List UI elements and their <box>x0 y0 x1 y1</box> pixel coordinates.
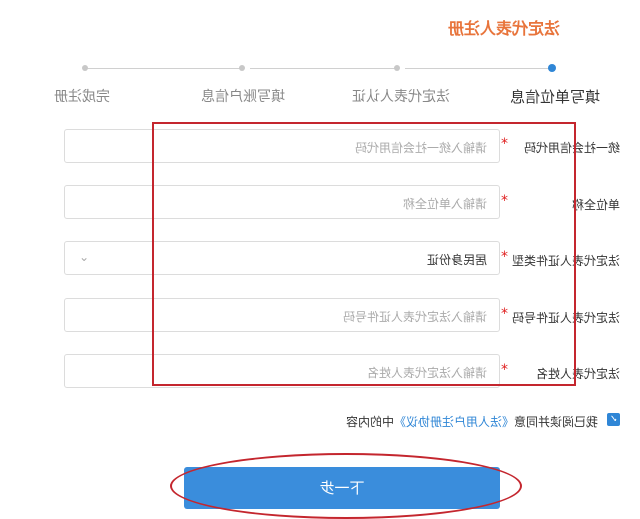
button-highlight-ellipse <box>170 453 522 519</box>
agreement-suffix: 中的内容 <box>345 415 394 429</box>
agreement-prefix: 我已阅读并同意 <box>513 415 598 429</box>
step-legal-rep-auth: 法定代表人认证 <box>352 89 450 105</box>
agreement-text: 我已阅读并同意《法人用户注册协议》中的内容 <box>346 413 598 430</box>
form-highlight-box <box>152 122 576 386</box>
registration-page: 法定代表人注册 填写单位信息 法定代表人认证 填写账户信息 完成注册 统一社会信… <box>0 0 640 519</box>
step-connector <box>405 68 550 69</box>
agreement-checkbox[interactable]: ✓ <box>607 413 620 426</box>
step-connector <box>85 68 240 69</box>
step-connector <box>250 68 395 69</box>
step-complete-registration: 完成注册 <box>54 89 110 105</box>
step-fill-unit-info: 填写单位信息 <box>509 88 600 106</box>
chevron-down-icon: ⌄ <box>79 250 90 264</box>
step-dot-4 <box>82 65 88 71</box>
unit-name-label: 单位全称 <box>571 198 620 212</box>
step-dot-2 <box>394 65 400 71</box>
step-dot-3 <box>239 65 245 71</box>
step-dot-1 <box>548 64 556 72</box>
step-fill-account-info: 填写账户信息 <box>201 89 285 105</box>
agreement-link[interactable]: 《法人用户注册协议》 <box>394 415 514 429</box>
page-title: 法定代表人注册 <box>447 19 560 38</box>
